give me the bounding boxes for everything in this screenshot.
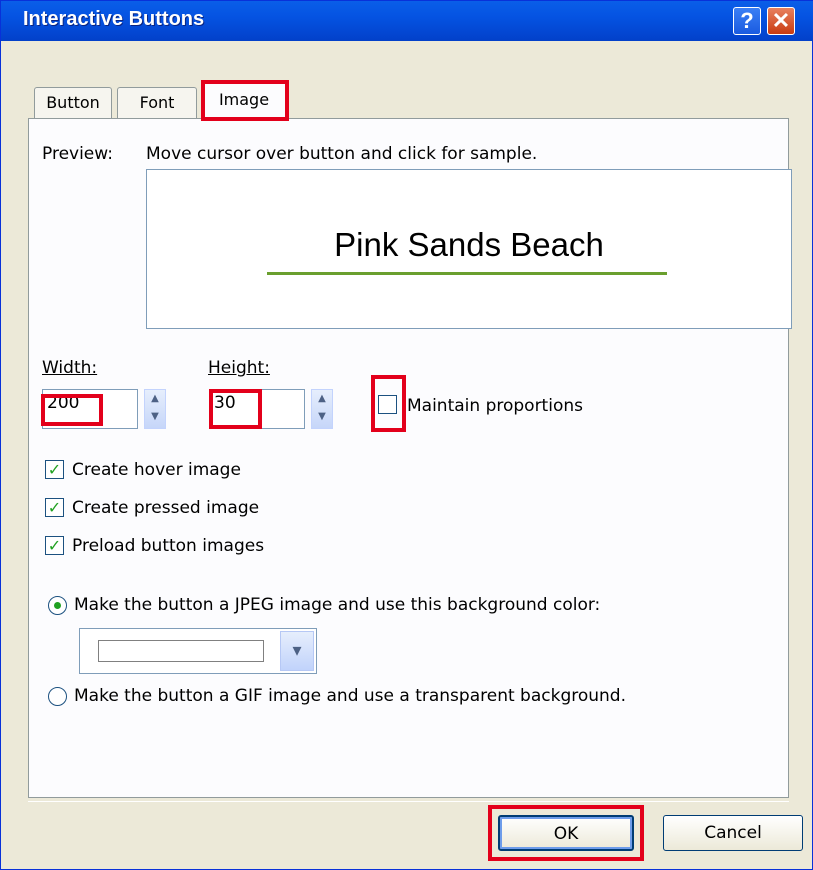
dialog-window: Interactive Buttons ? ✕ Button Font Imag… [0,0,813,870]
dialog-title: Interactive Buttons [23,8,205,30]
highlight-box [41,394,103,426]
create-hover-label[interactable]: Create hover image [72,460,241,480]
highlight-box [488,805,644,861]
jpeg-radio[interactable] [48,596,67,615]
preview-underline [267,272,667,275]
height-label: Height: [208,358,270,378]
highlight-box [209,389,262,429]
height-spin-arrows-icon[interactable]: ▲ ▼ [311,389,333,429]
preview-instruction: Move cursor over button and click for sa… [146,144,538,164]
highlight-box [371,375,406,432]
create-pressed-checkbox[interactable]: ✓ [45,498,64,517]
preload-images-checkbox[interactable]: ✓ [45,536,64,555]
radio-dot [54,602,61,609]
gif-option-label[interactable]: Make the button a GIF image and use a tr… [74,686,626,706]
cancel-button[interactable]: Cancel [663,815,803,851]
width-spin-arrows-icon[interactable]: ▲ ▼ [144,389,166,429]
preview-label: Preview: [42,144,113,164]
tab-font[interactable]: Font [117,87,197,119]
preload-images-label[interactable]: Preload button images [72,536,264,556]
footer-divider [28,801,789,802]
highlight-box [201,80,289,121]
color-swatch [98,640,264,662]
preview-box[interactable]: Pink Sands Beach [146,169,792,329]
gif-radio[interactable] [48,687,67,706]
chevron-down-icon[interactable]: ▾ [280,631,314,671]
jpeg-option-label[interactable]: Make the button a JPEG image and use thi… [74,595,600,615]
width-label: Width: [42,358,98,378]
maintain-proportions-label[interactable]: Maintain proportions [407,396,583,416]
help-icon[interactable]: ? [733,7,761,35]
preview-button-text[interactable]: Pink Sands Beach [147,226,791,264]
tab-button[interactable]: Button [34,87,112,119]
create-pressed-label[interactable]: Create pressed image [72,498,259,518]
create-hover-checkbox[interactable]: ✓ [45,460,64,479]
title-bar[interactable]: Interactive Buttons ? ✕ [1,1,813,41]
close-icon[interactable]: ✕ [767,7,795,35]
background-color-select[interactable]: ▾ [79,628,317,674]
